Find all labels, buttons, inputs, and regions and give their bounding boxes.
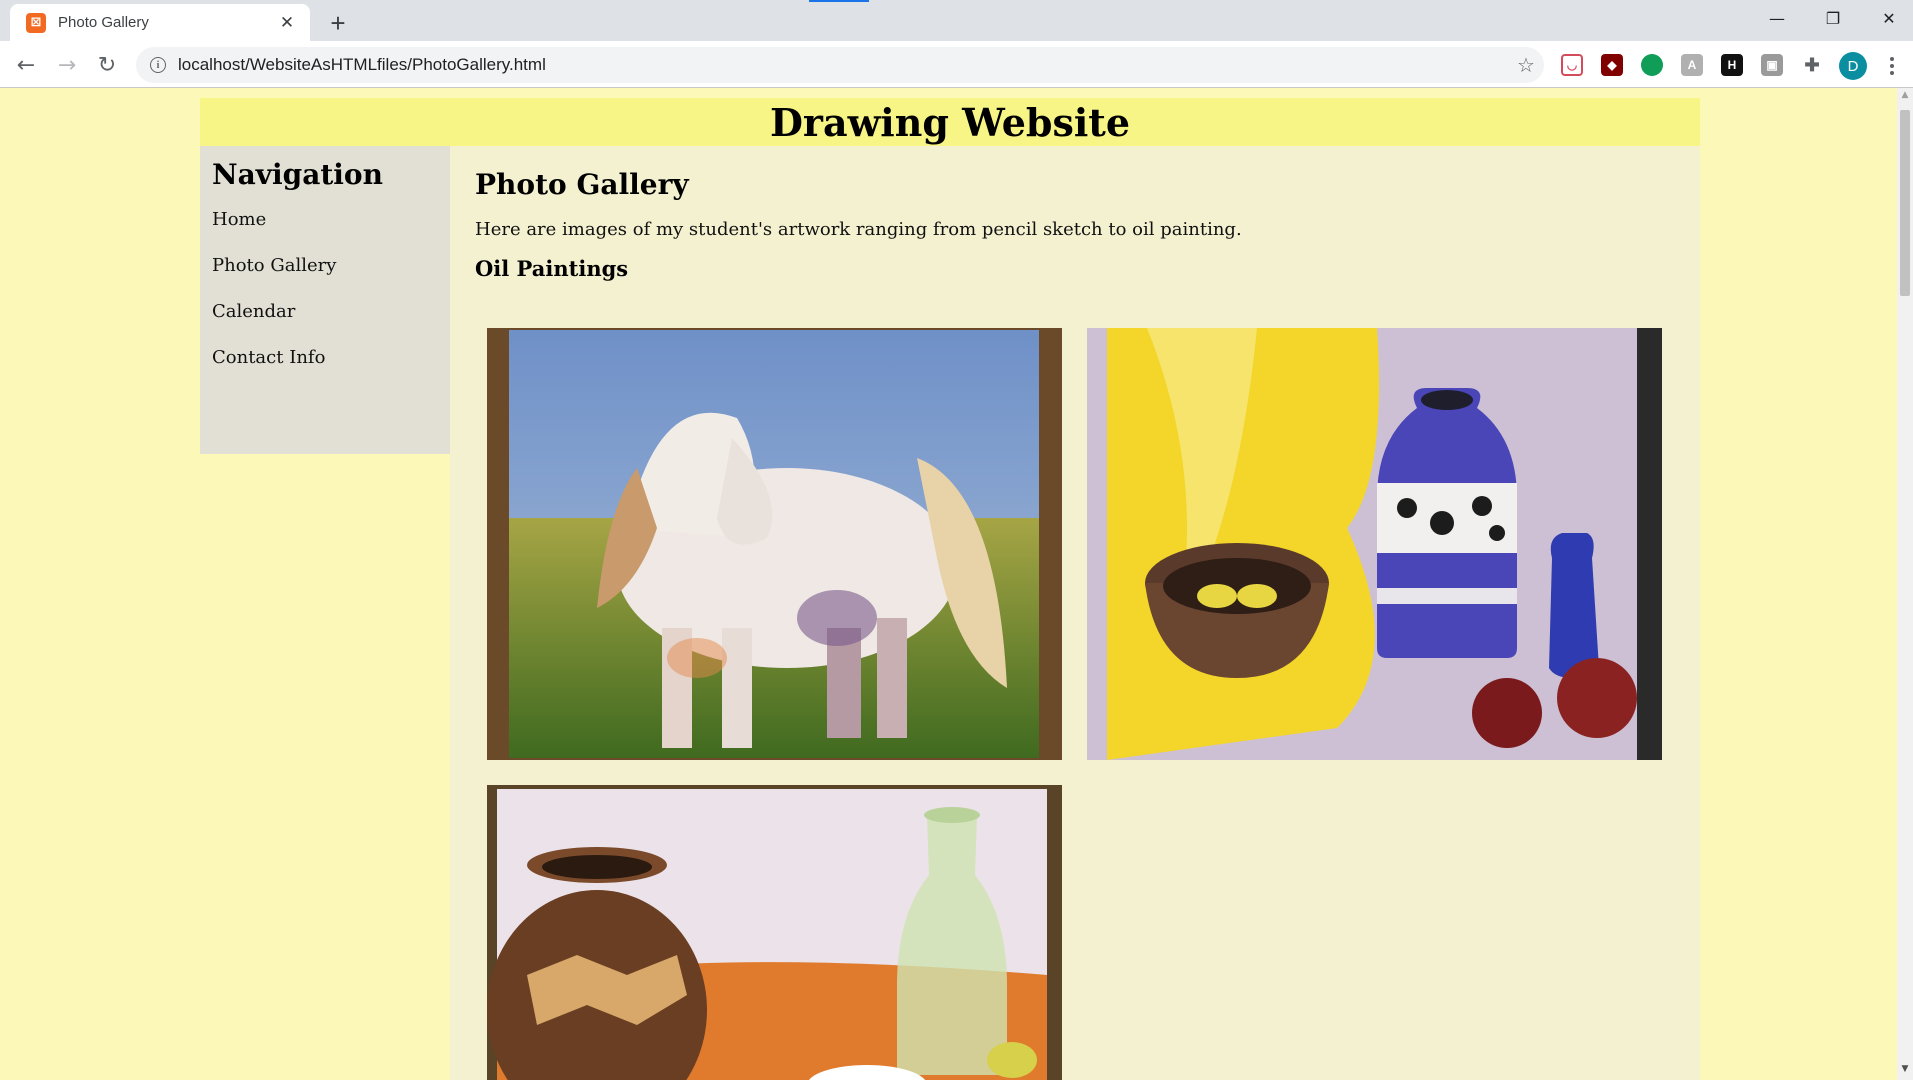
page-scrollbar[interactable]: ▲ ▼ xyxy=(1897,88,1913,1080)
main-content: Photo Gallery Here are images of my stud… xyxy=(450,146,1700,1080)
address-bar[interactable]: i localhost/WebsiteAsHTMLfiles/PhotoGall… xyxy=(136,47,1544,83)
nav-panel: Navigation Home Photo Gallery Calendar C… xyxy=(200,146,450,454)
section-heading: Oil Paintings xyxy=(475,256,629,281)
intro-text: Here are images of my student's artwork … xyxy=(475,219,1242,240)
tab-strip: ⊠ Photo Gallery ✕ + — ❐ ✕ xyxy=(0,0,1913,41)
scroll-up-icon[interactable]: ▲ xyxy=(1897,90,1913,104)
forward-arrow-icon[interactable]: → xyxy=(51,49,83,81)
painting-still-life-pot[interactable] xyxy=(487,785,1062,1080)
painting-horse[interactable] xyxy=(487,328,1062,760)
translate-icon[interactable]: A xyxy=(1681,54,1703,76)
nav-link-home[interactable]: Home xyxy=(212,205,438,251)
nav-link-contact-info[interactable]: Contact Info xyxy=(212,343,438,389)
image-icon[interactable]: ▣ xyxy=(1761,54,1783,76)
scrollbar-thumb[interactable] xyxy=(1900,110,1910,296)
page-viewport: Drawing Website Navigation Home Photo Ga… xyxy=(0,88,1897,1080)
pocket-icon[interactable]: ◡ xyxy=(1561,54,1583,76)
bookmark-star-icon[interactable]: ☆ xyxy=(1508,53,1544,77)
site-container: Drawing Website Navigation Home Photo Ga… xyxy=(200,98,1700,1080)
restore-button[interactable]: ❐ xyxy=(1805,0,1861,36)
site-title: Drawing Website xyxy=(769,100,1131,145)
puzzle-icon[interactable]: ✚ xyxy=(1801,54,1823,76)
url-text[interactable]: localhost/WebsiteAsHTMLfiles/PhotoGaller… xyxy=(178,55,1508,75)
avatar[interactable]: D xyxy=(1839,52,1867,80)
browser-toolbar: ← → ↻ i localhost/WebsiteAsHTMLfiles/Pho… xyxy=(0,41,1913,88)
tab-photo-gallery[interactable]: ⊠ Photo Gallery ✕ xyxy=(10,4,310,41)
site-header: Drawing Website xyxy=(200,98,1700,146)
xampp-favicon-icon: ⊠ xyxy=(26,12,46,33)
nav-link-calendar[interactable]: Calendar xyxy=(212,297,438,343)
reload-icon[interactable]: ↻ xyxy=(91,49,123,81)
scroll-down-icon[interactable]: ▼ xyxy=(1897,1064,1913,1078)
ublock-icon[interactable]: ◆ xyxy=(1601,54,1623,76)
back-arrow-icon[interactable]: ← xyxy=(10,49,42,81)
painting-still-life-vase[interactable] xyxy=(1087,328,1662,760)
new-tab-button[interactable]: + xyxy=(323,8,353,38)
browser-menu-icon[interactable] xyxy=(1880,51,1904,81)
page-title: Photo Gallery xyxy=(475,168,689,201)
painting-horse-image xyxy=(487,328,1062,760)
h-icon[interactable]: H xyxy=(1721,54,1743,76)
browser-chrome: ⊠ Photo Gallery ✕ + — ❐ ✕ ← → ↻ i localh… xyxy=(0,0,1913,88)
tab-strip-indicator xyxy=(809,0,869,2)
nav-heading: Navigation xyxy=(212,158,383,191)
painting-still-life-pot-image xyxy=(487,785,1062,1080)
painting-still-life-vase-image xyxy=(1087,328,1662,760)
minimize-button[interactable]: — xyxy=(1749,0,1805,36)
nav-link-photo-gallery[interactable]: Photo Gallery xyxy=(212,251,438,297)
green-dot-icon[interactable] xyxy=(1641,54,1663,76)
tab-title: Photo Gallery xyxy=(58,14,149,31)
close-icon[interactable]: ✕ xyxy=(276,12,298,34)
info-icon[interactable]: i xyxy=(150,57,166,73)
close-window-button[interactable]: ✕ xyxy=(1861,0,1913,36)
